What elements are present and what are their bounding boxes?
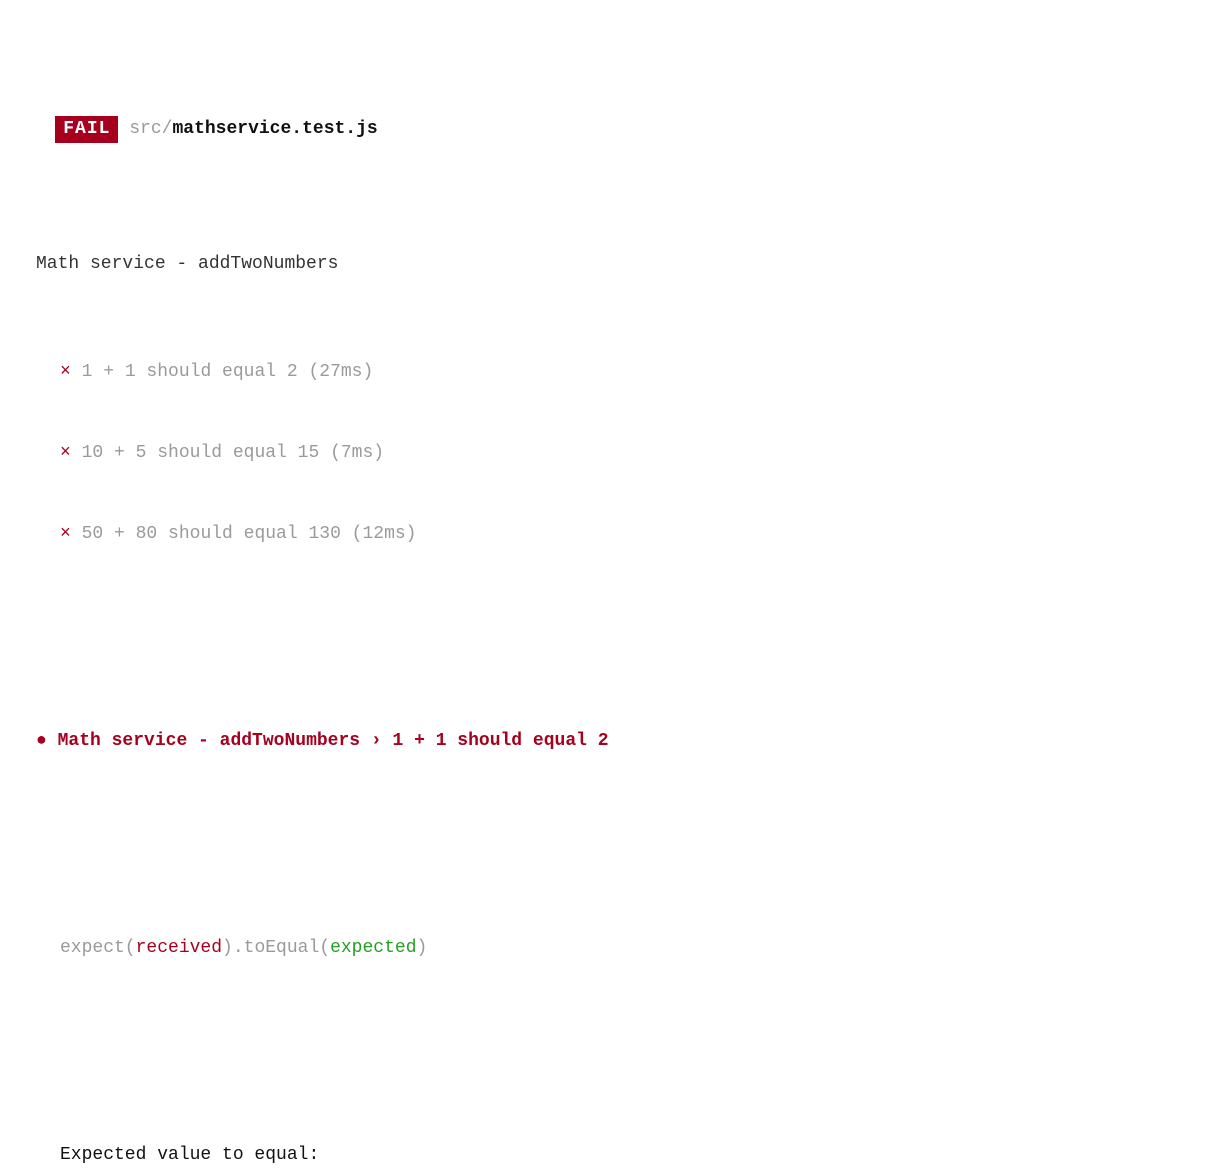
- file-header: FAIL src/mathservice.test.js: [12, 89, 1208, 170]
- failure-title-test: 1 + 1 should equal 2: [392, 731, 608, 751]
- file-path-prefix: src/: [129, 119, 172, 139]
- expect-expected: expected: [330, 938, 416, 958]
- test-output: FAIL src/mathservice.test.js Math servic…: [0, 0, 1220, 1176]
- fail-mark-icon: ×: [60, 362, 71, 382]
- fail-mark-icon: ×: [60, 524, 71, 544]
- fail-badge: FAIL: [55, 116, 118, 143]
- expect-mid: ).toEqual(: [222, 938, 330, 958]
- fail-mark-icon: ×: [60, 443, 71, 463]
- spacer: [12, 629, 1208, 647]
- spacer: [12, 836, 1208, 854]
- test-label: 10 + 5 should equal 15 (7ms): [82, 443, 384, 463]
- test-result-row: × 50 + 80 should equal 130 (12ms): [12, 521, 1208, 548]
- failure-header: ● Math service - addTwoNumbers › 1 + 1 s…: [12, 728, 1208, 755]
- suite-name: Math service - addTwoNumbers: [12, 251, 1208, 278]
- expected-label: Expected value to equal:: [12, 1142, 1208, 1169]
- test-label: 1 + 1 should equal 2 (27ms): [82, 362, 374, 382]
- expect-line: expect(received).toEqual(expected): [12, 935, 1208, 962]
- expect-prefix: expect(: [60, 938, 136, 958]
- file-path-file: mathservice.test.js: [172, 119, 377, 139]
- test-label: 50 + 80 should equal 130 (12ms): [82, 524, 417, 544]
- test-result-row: × 1 + 1 should equal 2 (27ms): [12, 359, 1208, 386]
- expect-suffix: ): [417, 938, 428, 958]
- failure-title-suite: Math service - addTwoNumbers: [58, 731, 360, 751]
- spacer: [12, 1043, 1208, 1061]
- failure-title-sep: ›: [360, 731, 392, 751]
- bullet-icon: ●: [36, 731, 47, 751]
- expect-received: received: [136, 938, 222, 958]
- test-result-row: × 10 + 5 should equal 15 (7ms): [12, 440, 1208, 467]
